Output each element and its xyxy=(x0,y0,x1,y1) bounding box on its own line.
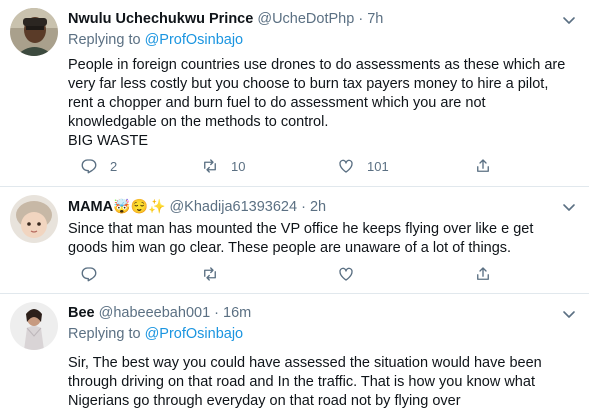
tweet-text-line: BIG WASTE xyxy=(68,133,149,149)
display-name[interactable]: Bee xyxy=(68,305,95,321)
tweet-header: Nwulu Uchechukwu Prince @UcheDotPhp · 7h xyxy=(68,10,579,29)
avatar[interactable] xyxy=(10,195,58,243)
reply-count: 2 xyxy=(110,158,118,174)
tweet-text: Since that man has mounted the VP office… xyxy=(68,220,579,258)
like-icon xyxy=(339,267,353,281)
share-icon xyxy=(477,159,489,172)
tweet-text: Sir, The best way you could have assesse… xyxy=(68,354,579,411)
user-handle[interactable]: @UcheDotPhp xyxy=(257,11,354,27)
timestamp[interactable]: 7h xyxy=(367,11,383,27)
like-icon xyxy=(339,159,353,173)
reply-button[interactable] xyxy=(80,264,98,284)
timestamp[interactable]: 2h xyxy=(310,199,326,215)
user-handle[interactable]: @habeeebah001 xyxy=(99,305,211,321)
retweet-button[interactable]: 10 xyxy=(201,156,245,176)
replying-to: Replying to @ProfOsinbajo xyxy=(68,325,579,344)
avatar-image xyxy=(10,195,58,243)
retweet-icon xyxy=(204,159,216,173)
tweet-text-line: People in foreign countries use drones t… xyxy=(68,57,566,73)
chevron-down-icon[interactable] xyxy=(561,12,577,28)
tweet-header: MAMA🤯😌✨ @Khadija61393624 · 2h xyxy=(68,197,579,216)
tweet-text: People in foreign countries use drones t… xyxy=(68,56,579,151)
retweet-count: 10 xyxy=(231,158,246,174)
tweet-text-line: Nigerians go through everyday on that ro… xyxy=(68,393,461,409)
tweet-actions: 2 10 101 xyxy=(68,156,508,176)
share-icon xyxy=(477,267,489,280)
replying-to-label: Replying to xyxy=(68,32,141,48)
mention-link[interactable]: @ProfOsinbajo xyxy=(145,32,244,48)
user-handle[interactable]: @Khadija61393624 xyxy=(169,199,297,215)
chevron-down-icon[interactable] xyxy=(561,199,577,215)
reply-icon xyxy=(81,267,97,282)
like-count: 101 xyxy=(367,158,389,174)
separator-dot: · xyxy=(214,305,220,321)
avatar-image xyxy=(10,8,58,56)
tweet-2[interactable]: MAMA🤯😌✨ @Khadija61393624 · 2h Since that… xyxy=(0,187,589,293)
tweet-text-line: Sir, The best way you could have assesse… xyxy=(68,355,542,371)
tweet-header: Bee @habeeebah001 · 16m xyxy=(68,304,579,323)
reply-icon xyxy=(81,159,97,174)
reply-button[interactable]: 2 xyxy=(80,156,117,176)
avatar[interactable] xyxy=(10,8,58,56)
tweet-3[interactable]: Bee @habeeebah001 · 16m Replying to @Pro… xyxy=(0,294,589,409)
tweet-text-line: knowledgable on the methods to control. xyxy=(68,114,329,130)
display-name[interactable]: MAMA xyxy=(68,199,113,215)
separator-dot: · xyxy=(301,199,306,215)
like-button[interactable] xyxy=(337,264,355,284)
replying-to: Replying to @ProfOsinbajo xyxy=(68,31,579,50)
avatar[interactable] xyxy=(10,302,58,350)
share-button[interactable] xyxy=(474,156,492,176)
share-button[interactable] xyxy=(474,264,492,284)
like-button[interactable]: 101 xyxy=(337,156,389,176)
timestamp[interactable]: 16m xyxy=(223,305,251,321)
avatar-image xyxy=(10,302,58,350)
chevron-down-icon[interactable] xyxy=(561,306,577,322)
retweet-button[interactable] xyxy=(201,264,219,284)
tweet-text-line: very far less costly but you choose to b… xyxy=(68,76,549,92)
tweet-text-line: through driving on that road and In the … xyxy=(68,374,535,390)
tweet-text-line: goods him wan go clear. These people are… xyxy=(68,240,512,256)
tweet-1[interactable]: Nwulu Uchechukwu Prince @UcheDotPhp · 7h… xyxy=(0,0,589,186)
display-name[interactable]: Nwulu Uchechukwu Prince xyxy=(68,11,253,27)
replying-to-label: Replying to xyxy=(68,326,141,342)
tweet-actions xyxy=(68,264,508,284)
mention-link[interactable]: @ProfOsinbajo xyxy=(145,326,244,342)
retweet-icon xyxy=(204,267,216,281)
tweet-text-line: Since that man has mounted the VP office… xyxy=(68,221,534,237)
name-emoji: 🤯😌✨ xyxy=(113,198,166,214)
tweet-text-line: rent a chopper and burn fuel to do asses… xyxy=(68,95,486,111)
separator-dot: · xyxy=(358,11,364,27)
